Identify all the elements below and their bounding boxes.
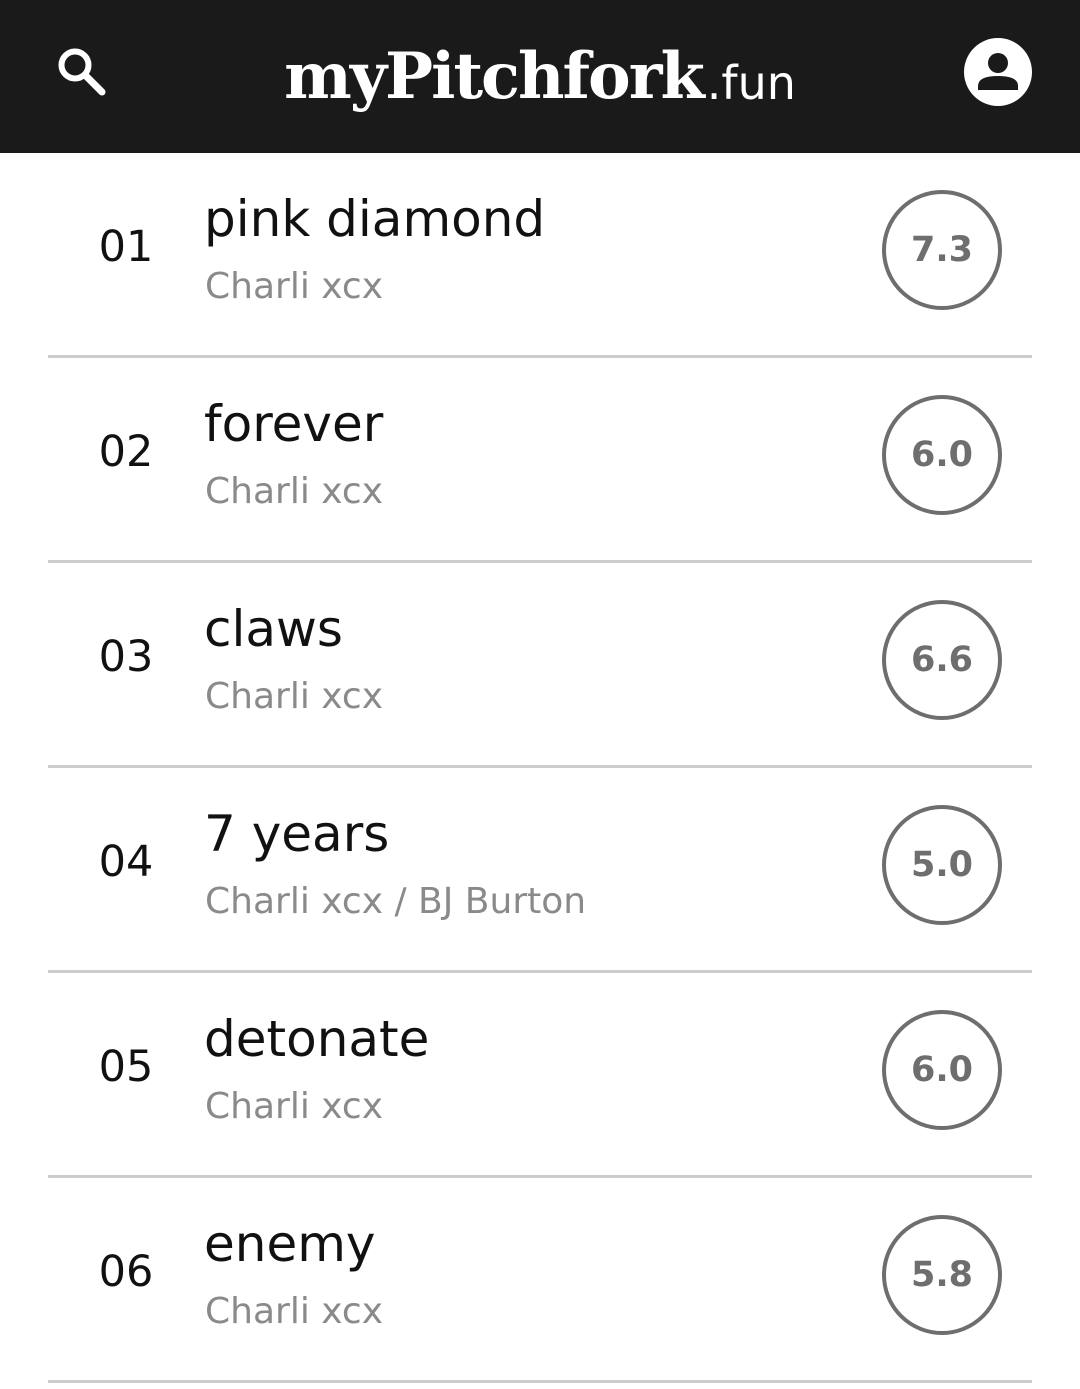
track-row[interactable]: 02 forever Charli xcx 6.0 <box>0 358 1080 563</box>
site-logo: myPitchfork .fun <box>0 0 1080 153</box>
score-badge: 7.3 <box>882 190 1002 310</box>
track-title: 7 years <box>204 805 390 863</box>
search-icon <box>58 48 106 96</box>
track-number: 03 <box>98 632 154 682</box>
track-number: 02 <box>98 427 154 477</box>
track-artist: Charli xcx <box>205 471 384 512</box>
account-circle-icon <box>964 38 1032 106</box>
score-badge: 5.8 <box>882 1215 1002 1335</box>
track-row[interactable]: 04 7 years Charli xcx / BJ Burton 5.0 <box>0 768 1080 973</box>
score-badge: 6.0 <box>882 395 1002 515</box>
logo-tld-text: .fun <box>706 55 796 110</box>
track-number: 04 <box>98 837 154 887</box>
track-artist: Charli xcx <box>205 1291 384 1332</box>
track-number: 06 <box>98 1247 154 1297</box>
track-row[interactable]: 06 enemy Charli xcx 5.8 <box>0 1178 1080 1383</box>
track-artist: Charli xcx <box>205 266 384 307</box>
track-title: claws <box>204 600 343 658</box>
search-button[interactable] <box>48 38 114 104</box>
app-header: myPitchfork .fun <box>0 0 1080 153</box>
track-row[interactable]: 01 pink diamond Charli xcx 7.3 <box>0 153 1080 358</box>
track-number: 01 <box>98 222 154 272</box>
track-artist: Charli xcx <box>205 676 384 717</box>
score-badge: 5.0 <box>882 805 1002 925</box>
track-title: pink diamond <box>204 190 546 248</box>
track-title: forever <box>204 395 384 453</box>
account-button[interactable] <box>962 36 1034 108</box>
track-row[interactable]: 05 detonate Charli xcx 6.0 <box>0 973 1080 1178</box>
track-title: detonate <box>204 1010 430 1068</box>
track-row[interactable]: 03 claws Charli xcx 6.6 <box>0 563 1080 768</box>
logo-main-text: myPitchfork <box>284 38 705 114</box>
score-badge: 6.0 <box>882 1010 1002 1130</box>
score-badge: 6.6 <box>882 600 1002 720</box>
track-number: 05 <box>98 1042 154 1092</box>
track-artist: Charli xcx <box>205 1086 384 1127</box>
row-divider <box>48 1380 1032 1383</box>
track-artist: Charli xcx / BJ Burton <box>205 881 587 922</box>
track-title: enemy <box>204 1215 376 1273</box>
track-list: 01 pink diamond Charli xcx 7.3 02 foreve… <box>0 153 1080 1383</box>
